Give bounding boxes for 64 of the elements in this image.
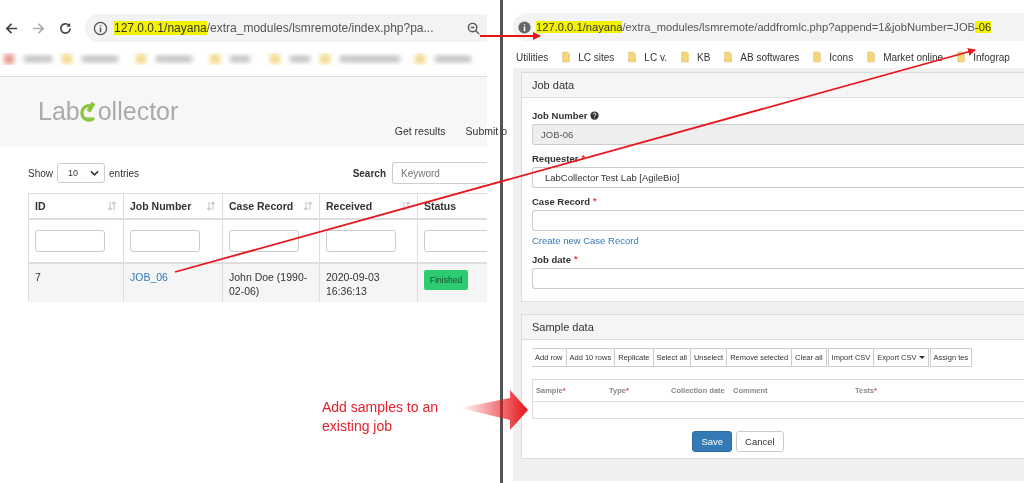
filter-field[interactable] [35,230,105,252]
column-header[interactable]: Case Record [229,200,294,212]
cancel-button[interactable]: Cancel [736,431,784,452]
search-label: Search [352,167,386,179]
folder-icon [680,51,689,63]
column-header[interactable]: Job Number [130,200,192,212]
entries-select[interactable]: 10 [57,163,105,183]
column-header[interactable]: ID [35,200,46,212]
annotation-text: Add samples to an existing job [322,398,439,436]
bookmark[interactable]: AB softwares [724,51,800,63]
bookmark[interactable]: Utilities [516,51,549,63]
folder-icon [957,51,966,63]
logo-text: ollector [97,97,179,126]
table-cell-text: 2020-09-03 16:36:13 [326,270,381,298]
search-field[interactable]: Keyword [392,162,487,184]
filter-field[interactable] [229,230,299,252]
filter-field[interactable] [424,230,487,252]
folder-icon [562,51,571,63]
field-label: Job date [532,253,572,265]
bookmark[interactable]: Infograp [957,51,1010,63]
nav-link[interactable]: Get results [394,125,446,137]
filter-field[interactable] [326,230,396,252]
table-cell: 7 [35,270,41,284]
bookmark[interactable]: Icons [813,51,854,63]
panel-title: Sample data [532,321,594,333]
folder-icon [628,51,637,63]
show-label: Show [28,167,53,179]
save-button[interactable]: Save [692,431,733,452]
panel-title: Job data [532,79,575,91]
chevron-icon [90,170,99,176]
logo-text: Lab [38,97,80,126]
sort-icon[interactable] [401,201,411,211]
field-label: Requester [532,152,579,164]
status-badge: Finished [424,270,469,290]
column-header[interactable]: Status [424,200,457,212]
bookmark[interactable]: LC sites [562,51,615,63]
info-icon[interactable] [517,19,532,35]
field-label: Case Record [532,195,591,207]
required-mark: * [593,196,597,206]
input-field[interactable]: LabCollector Test Lab [AgileBio] [532,167,1024,188]
input-field[interactable] [532,210,1024,231]
column-header[interactable]: Received [326,200,373,212]
entries-label: entries [109,167,140,179]
caret-icon [918,356,925,359]
table-cell-text: John Doe (1990-02-06) [229,270,309,298]
folder-icon [724,51,733,63]
zoom-icon[interactable] [466,20,481,36]
field-label: Job Number [532,109,588,121]
bookmark[interactable]: KB [680,51,711,63]
folder-icon [867,51,876,63]
required-mark: * [581,153,585,163]
folder-icon [813,51,822,63]
bookmark[interactable]: LC v. [628,51,667,63]
bookmark[interactable]: Market online [867,51,944,63]
input-field[interactable] [532,268,1024,289]
arrow [460,390,528,430]
required-mark: * [574,254,578,264]
arrow [479,32,541,40]
reload-icon[interactable] [58,20,73,36]
job-link[interactable]: JOB_06 [130,270,168,284]
create-case-record-link[interactable]: Create new Case Record [532,235,1024,246]
info-icon[interactable] [93,20,108,36]
microscope-icon [79,99,98,124]
filter-field[interactable] [130,230,200,252]
